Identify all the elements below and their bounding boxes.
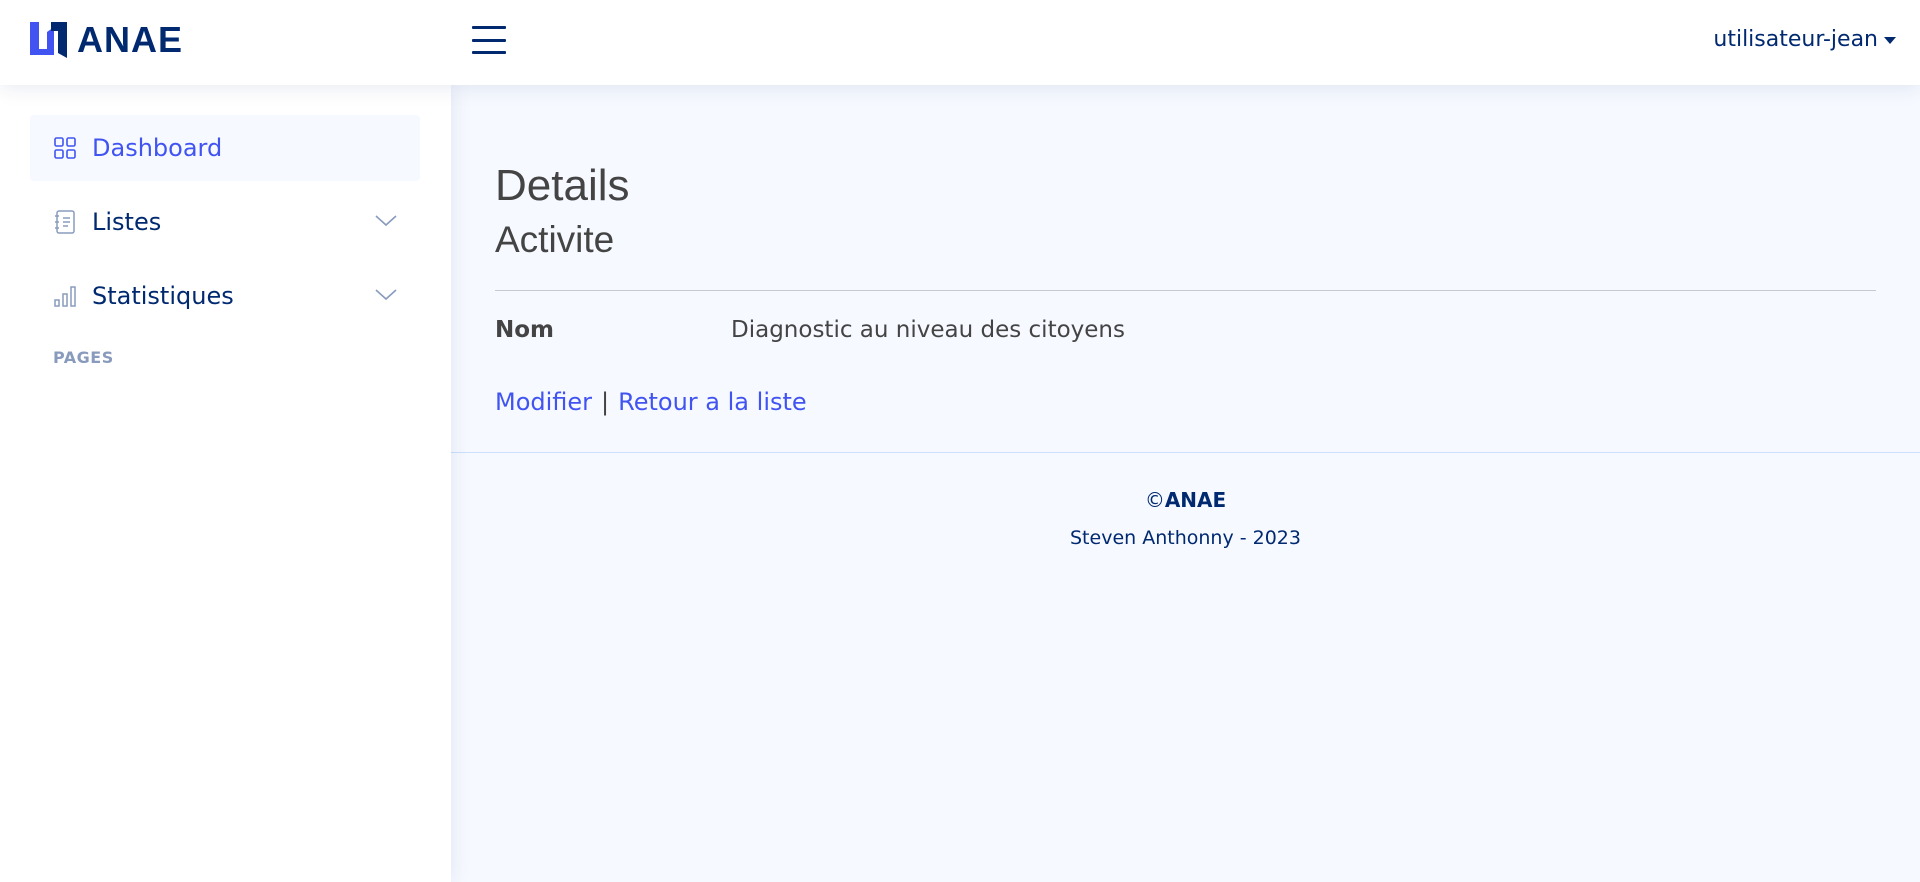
detail-actions: Modifier | Retour a la liste — [495, 388, 807, 416]
brand-name: ANAE — [77, 19, 184, 60]
user-dropdown[interactable]: utilisateur-jean — [1713, 26, 1896, 52]
field-value-nom: Diagnostic au niveau des citoyens — [731, 317, 1125, 343]
footer-credit: Steven Anthonny - 2023 — [1070, 527, 1301, 549]
copyright: ©ANAE — [451, 488, 1920, 512]
divider — [495, 290, 1876, 291]
sidebar: Dashboard Listes Statistiques PAGES — [0, 85, 451, 882]
brand-logo[interactable]: ANAE — [30, 19, 184, 60]
footer: ©ANAE Steven Anthonny - 2023 — [451, 452, 1920, 562]
anae-logo-icon — [30, 22, 67, 58]
chevron-down-icon — [375, 289, 397, 301]
bar-chart-icon — [52, 283, 78, 309]
sidebar-toggle-button[interactable] — [472, 24, 506, 56]
field-label-nom: Nom — [495, 317, 555, 343]
page-subtitle: Activite — [495, 219, 615, 260]
back-to-list-link[interactable]: Retour a la liste — [618, 388, 807, 416]
sidebar-item-dashboard[interactable]: Dashboard — [30, 115, 420, 181]
sidebar-item-label: Statistiques — [92, 282, 234, 310]
sidebar-item-label: Dashboard — [92, 134, 223, 162]
top-header: ANAE utilisateur-jean — [0, 0, 1920, 85]
page-title: Details — [495, 161, 630, 210]
toggle-bar — [472, 51, 506, 54]
grid-icon — [52, 135, 78, 161]
toggle-bar — [472, 38, 506, 42]
journal-text-icon — [52, 209, 78, 235]
copyright-brand: ANAE — [1164, 488, 1227, 512]
sidebar-item-statistiques[interactable]: Statistiques — [30, 263, 420, 329]
sidebar-section-heading: Pages — [53, 348, 114, 367]
user-name: utilisateur-jean — [1713, 26, 1878, 52]
sidebar-item-label: Listes — [92, 208, 162, 236]
link-separator: | — [601, 388, 610, 416]
sidebar-item-listes[interactable]: Listes — [30, 189, 420, 255]
chevron-down-icon — [375, 215, 397, 227]
caret-down-icon — [1884, 36, 1896, 44]
toggle-bar — [472, 26, 506, 29]
edit-link[interactable]: Modifier — [495, 388, 592, 416]
copyright-symbol: © — [1144, 488, 1165, 512]
